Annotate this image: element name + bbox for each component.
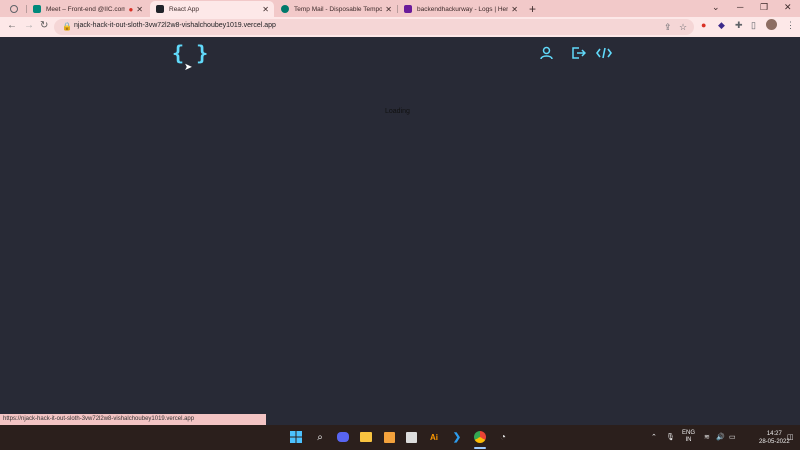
start-windows-icon[interactable] bbox=[289, 430, 303, 444]
region-code: IN bbox=[685, 437, 692, 443]
tab-strip: Meet – Front-end @IIC.com ● ✕ React App … bbox=[0, 0, 800, 17]
volume-icon[interactable]: 🔊 bbox=[716, 433, 725, 441]
address-url[interactable]: njack-hack-it-out-sloth-3vw72l2w8-vishal… bbox=[74, 22, 276, 29]
language-code: ENG bbox=[682, 430, 696, 436]
restore-button[interactable]: ❐ bbox=[760, 2, 768, 13]
tab-title: backendhackurway - Logs | Hero... bbox=[417, 5, 509, 13]
new-tab-button[interactable]: + bbox=[529, 2, 536, 16]
tempmail-favicon-icon bbox=[281, 5, 289, 13]
extension-purple-icon[interactable]: ◆ bbox=[718, 20, 725, 31]
browser-toolbar: ← → ↻ 🔒 njack-hack-it-out-sloth-3vw72l2w… bbox=[0, 17, 800, 37]
tab-0[interactable] bbox=[4, 1, 26, 17]
wifi-icon[interactable]: ≋ bbox=[704, 433, 710, 441]
reload-icon[interactable]: ↻ bbox=[40, 20, 48, 31]
vscode-icon[interactable]: ❯ bbox=[450, 430, 464, 444]
tab-close-icon[interactable]: ✕ bbox=[385, 5, 392, 14]
active-app-indicator bbox=[474, 447, 486, 449]
heroku-favicon-icon bbox=[404, 5, 412, 13]
tab-close-icon[interactable]: ✕ bbox=[136, 5, 143, 14]
app-circle-icon[interactable]: ◔ bbox=[496, 430, 510, 444]
tab-temp-mail[interactable]: Temp Mail - Disposable Tempo... ✕ bbox=[275, 1, 397, 17]
menu-kebab-icon[interactable]: ⋮ bbox=[786, 20, 795, 31]
tab-search-dropdown-icon[interactable]: ⌄ bbox=[712, 2, 720, 13]
logout-icon[interactable] bbox=[571, 46, 587, 65]
share-icon[interactable]: ⇪ bbox=[664, 22, 672, 33]
profile-avatar-icon[interactable] bbox=[766, 19, 777, 32]
react-favicon-icon bbox=[156, 5, 164, 13]
recording-indicator-icon: ● bbox=[128, 4, 134, 14]
extension-red-icon[interactable]: ● bbox=[701, 20, 706, 30]
mouse-cursor-icon: ➤ bbox=[184, 62, 193, 73]
side-panel-icon[interactable]: ▯ bbox=[751, 20, 756, 31]
sublime-text-icon[interactable] bbox=[382, 430, 396, 444]
language-indicator[interactable]: ENG IN bbox=[682, 430, 695, 444]
tab-title: Meet – Front-end @IIC.com bbox=[46, 5, 126, 13]
tab-meet[interactable]: Meet – Front-end @IIC.com ● ✕ bbox=[27, 1, 148, 17]
file-explorer-icon[interactable] bbox=[359, 430, 373, 444]
tab-search-icon bbox=[10, 5, 18, 13]
search-icon[interactable]: ⌕ bbox=[313, 430, 327, 444]
battery-icon[interactable]: ▭ bbox=[729, 433, 736, 441]
tab-title: React App bbox=[169, 5, 199, 13]
app-page: { } ➤ Loading bbox=[0, 37, 800, 425]
tab-heroku[interactable]: backendhackurway - Logs | Hero... ✕ bbox=[398, 1, 523, 17]
tab-close-icon[interactable]: ✕ bbox=[262, 5, 269, 14]
microphone-icon[interactable]: 🎙 bbox=[666, 433, 675, 441]
status-bar-url: https://njack-hack-it-out-sloth-3vw72l2w… bbox=[0, 414, 266, 425]
extensions-puzzle-icon[interactable]: ✚ bbox=[735, 20, 743, 31]
discord-icon[interactable] bbox=[336, 430, 350, 444]
forward-arrow-icon[interactable]: → bbox=[24, 20, 34, 31]
code-icon[interactable] bbox=[596, 46, 612, 65]
bookmark-star-icon[interactable]: ☆ bbox=[679, 22, 687, 33]
lock-icon: 🔒 bbox=[62, 22, 72, 31]
address-bar[interactable]: 🔒 njack-hack-it-out-sloth-3vw72l2w8-vish… bbox=[54, 19, 694, 35]
windows-taskbar: ⌕ Ai ❯ ◔ ⌃ 🎙 ENG IN ≋ 🔊 ▭ 14:27 28-05-20… bbox=[0, 425, 800, 450]
clock-date: 28-05-2022 bbox=[759, 439, 790, 445]
system-clock[interactable]: 14:27 28-05-2022 bbox=[759, 430, 790, 446]
notifications-icon[interactable]: ◫ bbox=[787, 433, 794, 441]
tray-overflow-icon[interactable]: ⌃ bbox=[651, 433, 657, 441]
notepad-app-icon[interactable] bbox=[404, 430, 418, 444]
tab-close-icon[interactable]: ✕ bbox=[511, 5, 518, 14]
loading-text: Loading bbox=[385, 108, 410, 115]
clock-time: 14:27 bbox=[766, 431, 782, 437]
profile-user-icon[interactable] bbox=[540, 46, 553, 65]
chrome-icon[interactable] bbox=[473, 430, 487, 444]
minimize-button[interactable]: ─ bbox=[737, 2, 743, 12]
meet-favicon-icon bbox=[33, 5, 41, 13]
back-arrow-icon[interactable]: ← bbox=[7, 20, 17, 31]
tab-react-app[interactable]: React App ✕ bbox=[150, 1, 274, 17]
illustrator-icon[interactable]: Ai bbox=[427, 430, 441, 444]
tab-title: Temp Mail - Disposable Tempo... bbox=[294, 5, 383, 13]
close-window-button[interactable]: ✕ bbox=[784, 2, 792, 13]
